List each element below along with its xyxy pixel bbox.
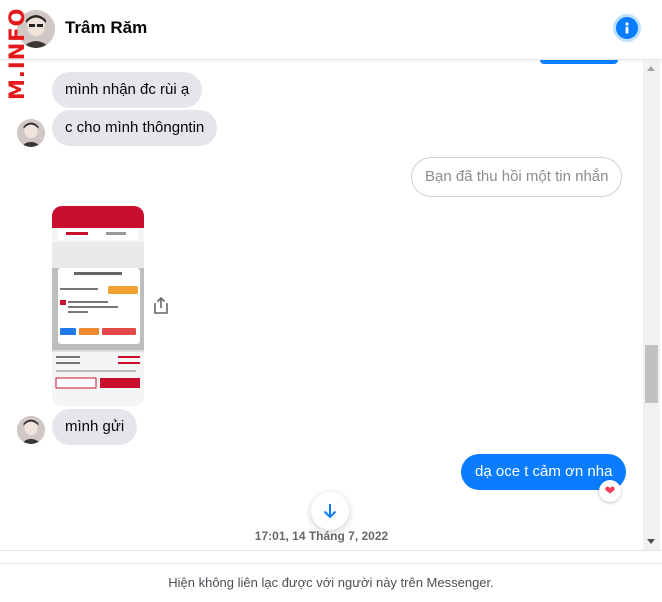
scroll-to-bottom-button[interactable] bbox=[311, 492, 349, 530]
arrow-down-icon bbox=[323, 504, 337, 519]
unsent-message-notice: Bạn đã thu hồi một tin nhắn bbox=[411, 157, 623, 197]
message-bubble[interactable]: mình nhận đc rùi ạ bbox=[52, 72, 203, 108]
conversation-header: Trâm Răm bbox=[0, 0, 662, 60]
scroll-down-arrow-icon[interactable] bbox=[647, 539, 655, 544]
divider bbox=[0, 550, 662, 551]
unavailable-notice: Hiện không liên lạc được với người này t… bbox=[0, 563, 662, 602]
message-bubble[interactable]: c cho mình thôngntin bbox=[52, 110, 218, 146]
heart-reaction-icon[interactable]: ❤ bbox=[599, 480, 621, 502]
scroll-up-arrow-icon[interactable] bbox=[647, 66, 655, 71]
message-timestamp: 17:01, 14 Tháng 7, 2022 bbox=[254, 529, 389, 543]
thread-scrollbar[interactable] bbox=[643, 60, 660, 550]
scroll-thumb[interactable] bbox=[645, 345, 658, 403]
share-icon[interactable] bbox=[151, 296, 171, 316]
message-thread[interactable]: mình nhận đc rùi ạ c cho mình thôngntin … bbox=[0, 60, 643, 550]
previous-outgoing-bubble bbox=[540, 60, 618, 64]
image-attachment[interactable] bbox=[52, 206, 144, 406]
message-bubble[interactable]: mình gửi bbox=[52, 409, 138, 445]
sender-avatar[interactable] bbox=[17, 416, 45, 444]
info-icon[interactable] bbox=[613, 14, 641, 42]
contact-name[interactable]: Trâm Răm bbox=[65, 18, 147, 38]
sender-avatar[interactable] bbox=[17, 119, 45, 147]
